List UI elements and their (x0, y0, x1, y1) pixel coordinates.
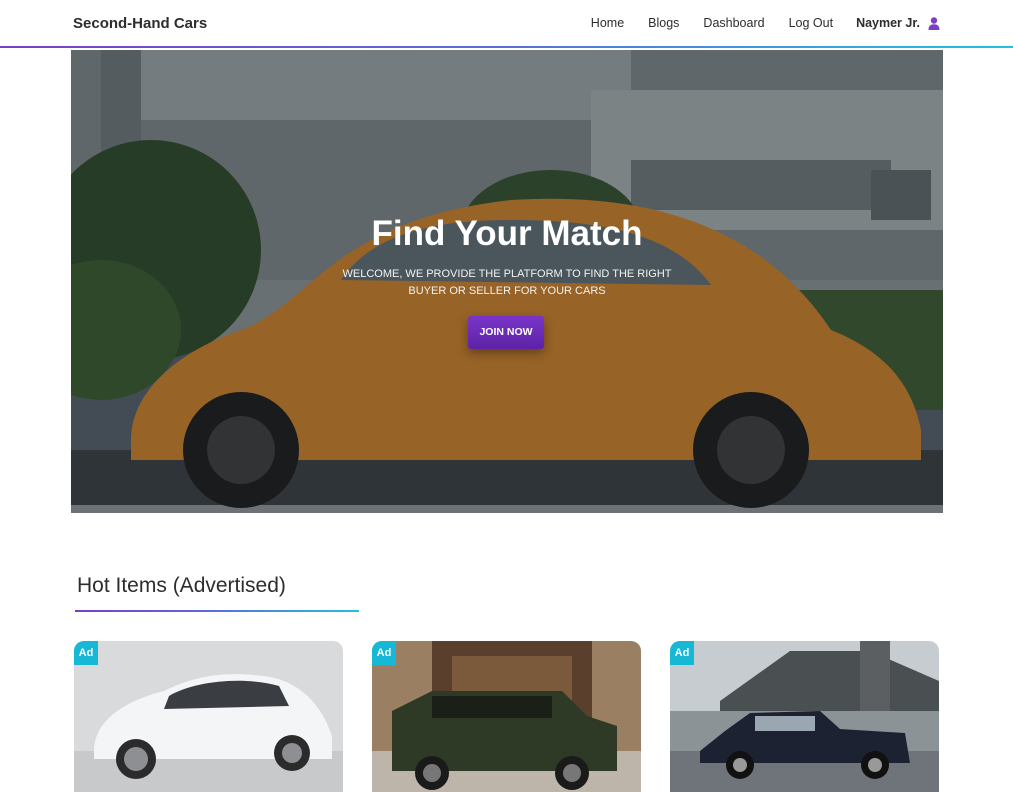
card-image-classic-sedan (670, 641, 939, 792)
hero-title: Find Your Match (371, 214, 643, 253)
product-card[interactable]: Ad (74, 641, 343, 792)
card-image-green-suv (372, 641, 641, 792)
hero-banner: Find Your Match WELCOME, WE PROVIDE THE … (71, 50, 943, 513)
ad-badge: Ad (74, 641, 98, 665)
hero-subtitle: WELCOME, WE PROVIDE THE PLATFORM TO FIND… (342, 268, 672, 297)
user-name: Naymer Jr. (856, 16, 920, 30)
navbar-gradient-rule (0, 46, 1013, 48)
brand-logo[interactable]: Second-Hand Cars (73, 15, 207, 32)
nav-user[interactable]: Naymer Jr. (856, 16, 940, 30)
section-title: Hot Items (Advertised) (77, 574, 286, 597)
section-gradient-rule (75, 610, 359, 612)
ad-badge: Ad (670, 641, 694, 665)
product-card[interactable]: Ad (670, 641, 939, 792)
join-now-button[interactable]: JOIN NOW (468, 316, 544, 349)
nav-links: Home Blogs Dashboard Log Out Naymer Jr. (567, 16, 940, 30)
user-icon (928, 16, 940, 30)
nav-dashboard-link[interactable]: Dashboard (703, 16, 764, 30)
navbar: Second-Hand Cars Home Blogs Dashboard Lo… (0, 0, 1013, 48)
ad-badge: Ad (372, 641, 396, 665)
nav-home-link[interactable]: Home (591, 16, 624, 30)
nav-blogs-link[interactable]: Blogs (648, 16, 679, 30)
nav-logout-link[interactable]: Log Out (789, 16, 833, 30)
product-card[interactable]: Ad (372, 641, 641, 792)
card-image-white-hatchback (74, 641, 343, 792)
